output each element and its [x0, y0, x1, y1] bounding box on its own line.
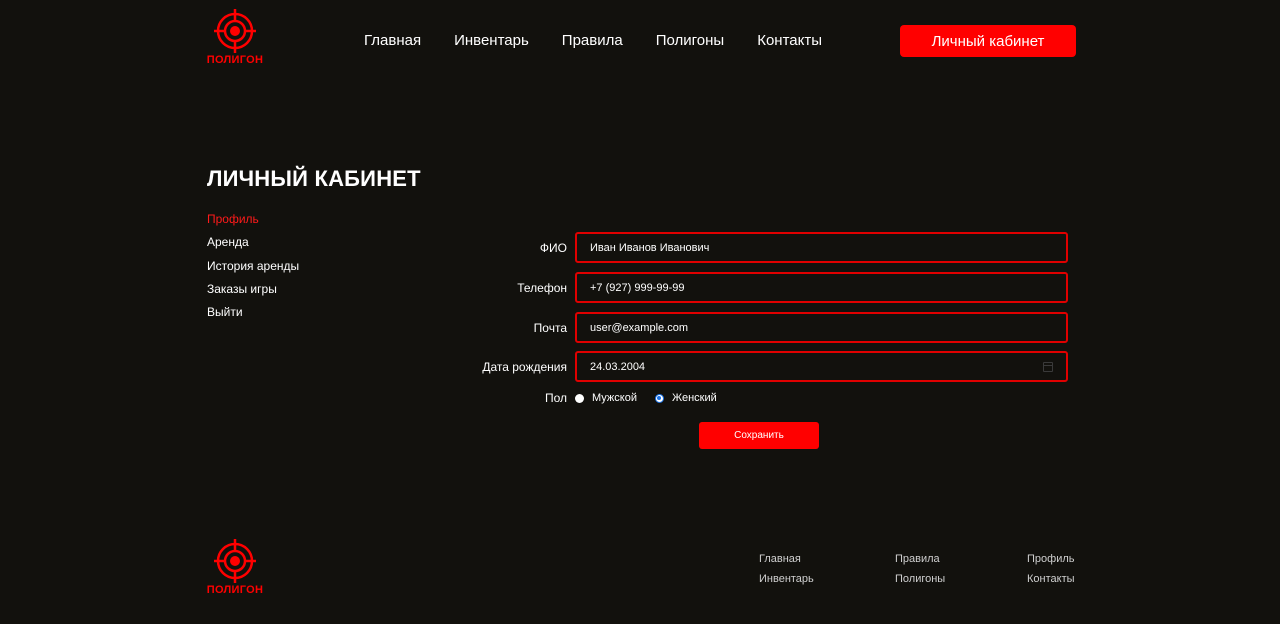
header-logo[interactable]: ПОЛИГОН [207, 9, 263, 66]
nav-item-rules[interactable]: Правила [562, 32, 623, 50]
target-crosshair-icon [214, 539, 256, 583]
email-value: user@example.com [590, 321, 688, 334]
personal-cabinet-button[interactable]: Личный кабинет [900, 25, 1076, 57]
gender-option-male[interactable]: Мужской [575, 392, 637, 404]
phone-value: +7 (927) 999-99-99 [590, 281, 685, 294]
radio-female[interactable] [654, 393, 664, 403]
birthdate-input[interactable]: 24.03.2004 [575, 351, 1068, 382]
side-menu-item-rent[interactable]: Аренда [207, 235, 299, 249]
nav-item-inventory[interactable]: Инвентарь [454, 32, 529, 50]
side-menu-item-logout[interactable]: Выйти [207, 305, 299, 319]
email-row: Почта user@example.com [440, 312, 1076, 343]
footer-link-home[interactable]: Главная [759, 553, 814, 566]
nav-item-contacts[interactable]: Контакты [757, 32, 822, 50]
side-menu: Профиль Аренда История аренды Заказы игр… [207, 212, 299, 328]
gender-option-female-label: Женский [671, 392, 717, 404]
birthdate-value: 24.03.2004 [590, 360, 646, 373]
footer-logo-text: ПОЛИГОН [206, 584, 264, 596]
birthdate-row: Дата рождения 24.03.2004 [440, 351, 1076, 382]
radio-male[interactable] [575, 393, 584, 403]
calendar-icon[interactable] [1043, 361, 1053, 372]
footer-link-profile[interactable]: Профиль [1027, 553, 1075, 566]
fio-input[interactable]: Иван Иванов Иванович [575, 232, 1068, 263]
email-label: Почта [533, 320, 567, 335]
nav-item-home[interactable]: Главная [364, 32, 421, 50]
fio-label: ФИО [539, 240, 567, 255]
phone-label: Телефон [517, 280, 567, 295]
footer-column-1: Главная Инвентарь [759, 553, 814, 593]
main-nav: Главная Инвентарь Правила Полигоны Конта… [364, 32, 822, 50]
gender-option-male-label: Мужской [592, 392, 637, 404]
nav-item-polygons[interactable]: Полигоны [656, 32, 724, 50]
gender-label: Пол [544, 391, 567, 405]
side-menu-item-rent-history[interactable]: История аренды [207, 259, 299, 273]
footer-column-3: Профиль Контакты [1027, 553, 1075, 593]
page: ПОЛИГОН Главная Инвентарь Правила Полиго… [0, 0, 1280, 624]
side-menu-item-game-orders[interactable]: Заказы игры [207, 282, 299, 296]
save-button[interactable]: Сохранить [699, 422, 819, 449]
birthdate-label: Дата рождения [482, 359, 567, 374]
fio-value: Иван Иванов Иванович [590, 241, 710, 254]
footer-link-rules[interactable]: Правила [895, 553, 945, 566]
page-title: ЛИЧНЫЙ КАБИНЕТ [207, 166, 421, 191]
footer-column-2: Правила Полигоны [895, 553, 945, 593]
footer-link-inventory[interactable]: Инвентарь [759, 573, 814, 586]
footer-logo[interactable]: ПОЛИГОН [207, 539, 263, 596]
phone-input[interactable]: +7 (927) 999-99-99 [575, 272, 1068, 303]
side-menu-item-profile[interactable]: Профиль [207, 212, 299, 226]
gender-option-female[interactable]: Женский [654, 392, 717, 404]
phone-row: Телефон +7 (927) 999-99-99 [440, 272, 1076, 303]
target-crosshair-icon [214, 9, 256, 53]
email-input[interactable]: user@example.com [575, 312, 1068, 343]
logo-text: ПОЛИГОН [206, 54, 264, 66]
footer-link-contacts[interactable]: Контакты [1027, 573, 1075, 586]
gender-row: Пол Мужской Женский [440, 390, 1076, 406]
fio-row: ФИО Иван Иванов Иванович [440, 232, 1076, 263]
footer-link-polygons[interactable]: Полигоны [895, 573, 945, 586]
